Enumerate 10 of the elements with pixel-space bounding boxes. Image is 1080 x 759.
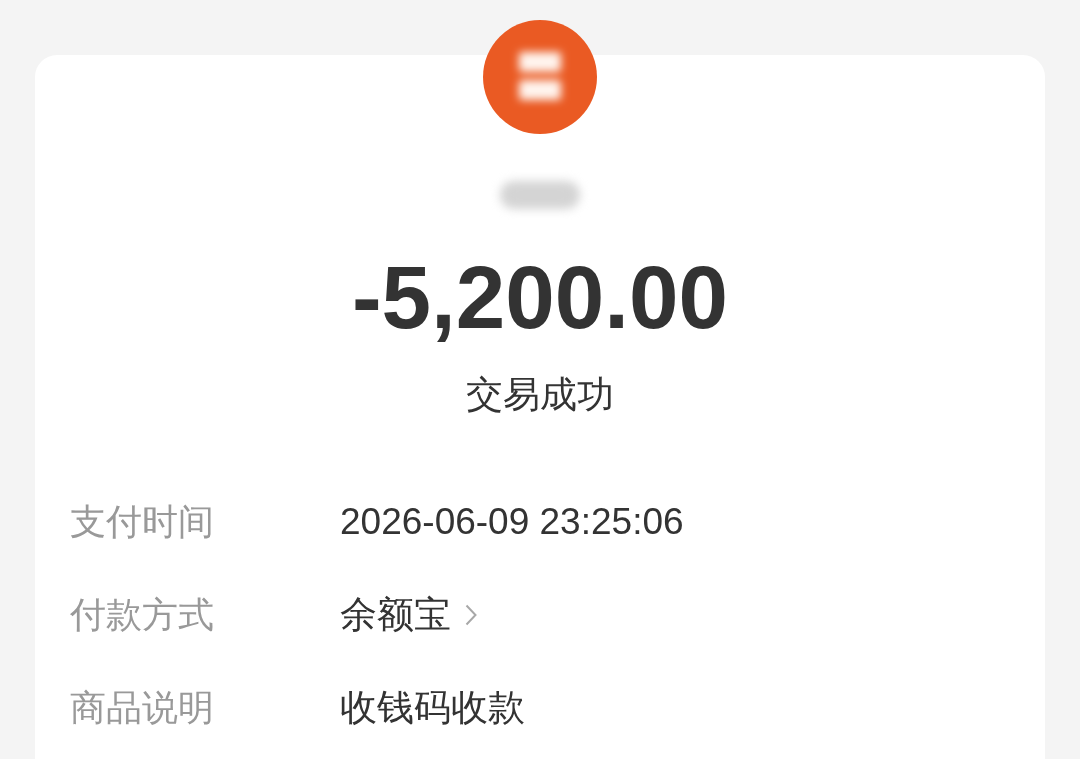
payment-method-link[interactable]: 余额宝 — [340, 591, 477, 639]
avatar-icon — [483, 20, 597, 134]
chevron-right-icon — [465, 604, 477, 626]
detail-label: 支付时间 — [70, 500, 215, 544]
amount-text: -5,200.00 — [351, 247, 729, 347]
detail-value: 收钱码收款 — [340, 686, 525, 730]
detail-value: 2026-06-09 23:25:06 — [340, 500, 684, 544]
status-text: 交易成功 — [466, 373, 614, 417]
detail-label: 商品说明 — [70, 686, 215, 730]
detail-label: 付款方式 — [70, 593, 215, 637]
